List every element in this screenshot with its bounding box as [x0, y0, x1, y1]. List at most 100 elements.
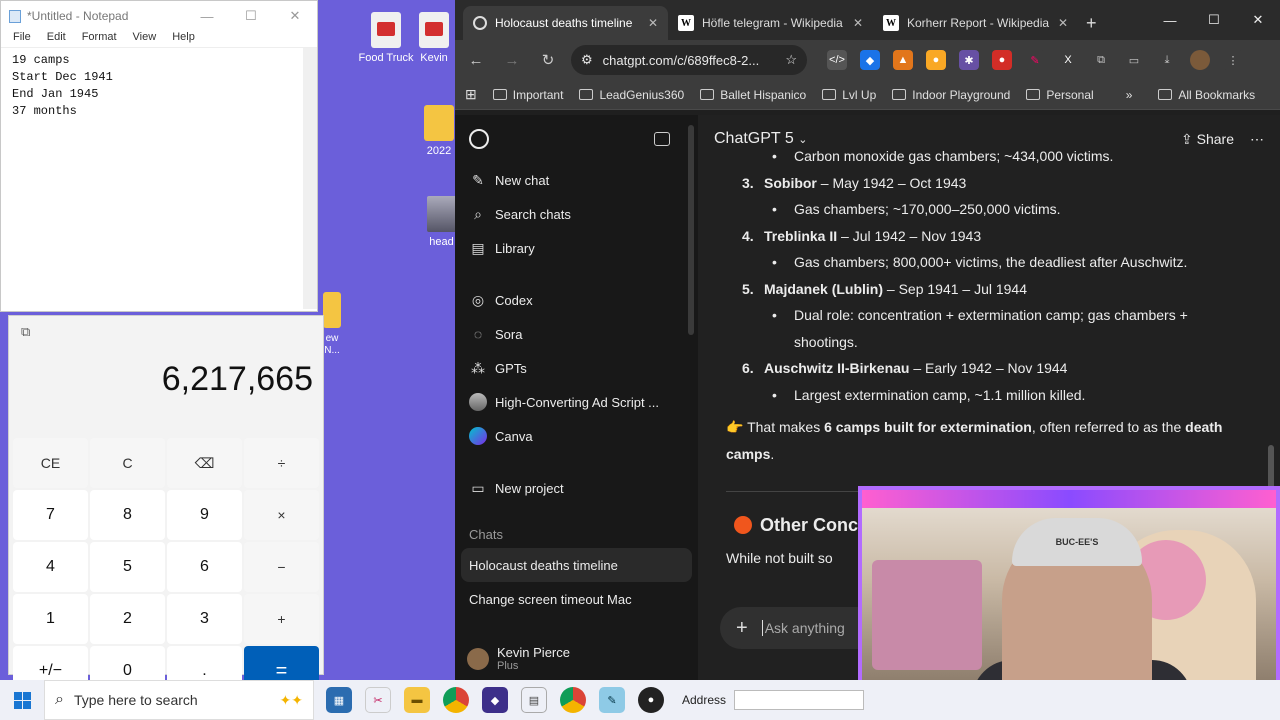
more-bookmarks-chevron[interactable]: » [1126, 88, 1133, 102]
tab-korherr-report[interactable]: W Korherr Report - Wikipedia ✕ [873, 6, 1078, 40]
menu-file[interactable]: File [5, 31, 39, 47]
puzzle-extensions-icon[interactable]: ⧉ [1091, 50, 1111, 70]
sidebar-item-search-chats[interactable]: ⌕ Search chats [455, 197, 698, 231]
bookmark-folder-personal[interactable]: Personal [1026, 88, 1094, 102]
close-tab-icon[interactable]: ✕ [1058, 16, 1068, 30]
key-clear-entry[interactable]: CE [13, 438, 88, 488]
honey-extension-icon[interactable]: ● [926, 50, 946, 70]
minimize-button[interactable]: — [1148, 0, 1192, 40]
chrome-icon[interactable] [443, 687, 469, 713]
chat-item-holocaust-deaths-timeline[interactable]: Holocaust deaths timeline [461, 548, 692, 582]
calculator-app-icon[interactable]: ▦ [326, 687, 352, 713]
key-2[interactable]: 2 [90, 594, 165, 644]
obs-icon[interactable]: ● [638, 687, 664, 713]
chat-item-change-screen-timeout[interactable]: Change screen timeout Mac [455, 582, 698, 616]
close-button[interactable]: ✕ [1236, 0, 1280, 40]
close-tab-icon[interactable]: ✕ [853, 16, 863, 30]
key-divide[interactable]: ÷ [244, 438, 319, 488]
sidebar-item-library[interactable]: ▤ Library [455, 231, 698, 265]
desktop-icon-head[interactable]: head [425, 196, 458, 248]
bookmark-star-icon[interactable]: ☆ [785, 52, 797, 68]
apps-grid-icon[interactable]: ⊞ [465, 86, 477, 103]
profile-avatar-icon[interactable] [1190, 50, 1210, 70]
key-7[interactable]: 7 [13, 490, 88, 540]
pen-extension-icon[interactable]: ✎ [1025, 50, 1045, 70]
close-sidebar-icon[interactable] [654, 132, 670, 146]
kebab-menu-icon[interactable]: ⋮ [1223, 50, 1243, 70]
maximize-button[interactable]: ☐ [1192, 0, 1236, 40]
key-1[interactable]: 1 [13, 594, 88, 644]
sidebar-item-new-chat[interactable]: ✎ New chat [455, 163, 698, 197]
forward-arrow-icon[interactable]: → [499, 52, 525, 69]
menu-view[interactable]: View [125, 31, 165, 47]
file-explorer-icon[interactable]: ▬ [404, 687, 430, 713]
key-3[interactable]: 3 [167, 594, 242, 644]
reload-icon[interactable]: ↻ [535, 51, 561, 69]
key-clear[interactable]: C [90, 438, 165, 488]
composer-input[interactable]: Ask anything [761, 620, 845, 636]
tab-holocaust-deaths-timeline[interactable]: Holocaust deaths timeline ✕ [463, 6, 668, 40]
vertical-scrollbar[interactable] [303, 48, 317, 309]
fox-extension-icon[interactable]: ▲ [893, 50, 913, 70]
notepad-titlebar[interactable]: *Untitled - Notepad — ☐ ✕ [1, 1, 317, 31]
key-9[interactable]: 9 [167, 490, 242, 540]
key-5[interactable]: 5 [90, 542, 165, 592]
snipping-tool-icon[interactable]: ✂ [365, 687, 391, 713]
gear-extension-icon[interactable]: ✱ [959, 50, 979, 70]
menu-edit[interactable]: Edit [39, 31, 74, 47]
new-tab-button[interactable]: + [1086, 13, 1097, 34]
key-backspace[interactable]: ⌫ [167, 438, 242, 488]
notepad-window[interactable]: *Untitled - Notepad — ☐ ✕ File Edit Form… [0, 0, 318, 312]
sidebar-item-canva[interactable]: Canva [455, 419, 698, 453]
site-info-icon[interactable]: ⚙ [581, 52, 593, 68]
chrome-profile-icon[interactable] [560, 687, 586, 713]
sidebar-item-ad-script-gpt[interactable]: High-Converting Ad Script ... [455, 385, 698, 419]
key-4[interactable]: 4 [13, 542, 88, 592]
minimize-button[interactable]: — [185, 1, 229, 31]
notepad-app-icon[interactable]: ▤ [521, 687, 547, 713]
sidebar-item-gpts[interactable]: ⁂ GPTs [455, 351, 698, 385]
maximize-button[interactable]: ☐ [229, 1, 273, 31]
desktop-icon-2022[interactable]: 2022 [420, 105, 458, 157]
keep-on-top-icon[interactable]: ⧉ [9, 316, 323, 348]
download-icon[interactable]: ⤓ [1157, 50, 1177, 70]
back-arrow-icon[interactable]: ← [463, 52, 489, 69]
bookmark-folder-leadgenius360[interactable]: LeadGenius360 [579, 88, 684, 102]
notepad-pen-icon[interactable]: ✎ [599, 687, 625, 713]
sidebar-item-new-project[interactable]: ▭ New project [455, 471, 698, 505]
close-button[interactable]: ✕ [273, 1, 317, 31]
sidebar-scrollbar[interactable] [688, 125, 694, 335]
key-6[interactable]: 6 [167, 542, 242, 592]
code-extension-icon[interactable]: </> [827, 50, 847, 70]
sidebar-item-sora[interactable]: ◌ Sora [455, 317, 698, 351]
plus-icon[interactable]: + [736, 617, 748, 640]
bookmark-folder-lvl-up[interactable]: Lvl Up [822, 88, 876, 102]
desktop-icon-kevin[interactable]: Kevin [410, 12, 458, 64]
cast-icon[interactable]: ▭ [1124, 50, 1144, 70]
close-tab-icon[interactable]: ✕ [648, 16, 658, 30]
x-extension-icon[interactable]: X [1058, 50, 1078, 70]
more-options-icon[interactable]: ⋯ [1250, 131, 1264, 148]
key-multiply[interactable]: × [244, 490, 319, 540]
notepad-text-area[interactable]: 19 camps Start Dec 1941 End Jan 1945 37 … [1, 47, 317, 309]
start-button[interactable] [0, 680, 44, 720]
menu-help[interactable]: Help [164, 31, 203, 47]
address-input[interactable] [734, 690, 865, 710]
app-icon[interactable]: ◆ [482, 687, 508, 713]
key-8[interactable]: 8 [90, 490, 165, 540]
key-add[interactable]: + [244, 594, 319, 644]
taskbar-search[interactable]: ⌕ Type here to search ✦✦ [44, 680, 314, 720]
all-bookmarks[interactable]: All Bookmarks [1158, 88, 1255, 102]
menu-format[interactable]: Format [74, 31, 125, 47]
chatgpt-logo-icon[interactable] [469, 129, 489, 149]
sidebar-item-codex[interactable]: ◎ Codex [455, 283, 698, 317]
tab-hofle-telegram[interactable]: W Höfle telegram - Wikipedia ✕ [668, 6, 873, 40]
bookmark-folder-important[interactable]: Important [492, 88, 563, 102]
bookmark-folder-ballet-hispanico[interactable]: Ballet Hispanico [700, 88, 806, 102]
key-subtract[interactable]: − [244, 542, 319, 592]
lastpass-extension-icon[interactable]: ● [992, 50, 1012, 70]
tag-extension-icon[interactable]: ◆ [860, 50, 880, 70]
url-input[interactable]: ⚙ chatgpt.com/c/689ffec8-2... ☆ [571, 45, 807, 75]
bookmark-folder-indoor-playground[interactable]: Indoor Playground [892, 88, 1010, 102]
calculator-window[interactable]: ⧉ 6,217,665 CE C ⌫ ÷ 7 8 9 × 4 5 6 − 1 2… [8, 315, 324, 696]
